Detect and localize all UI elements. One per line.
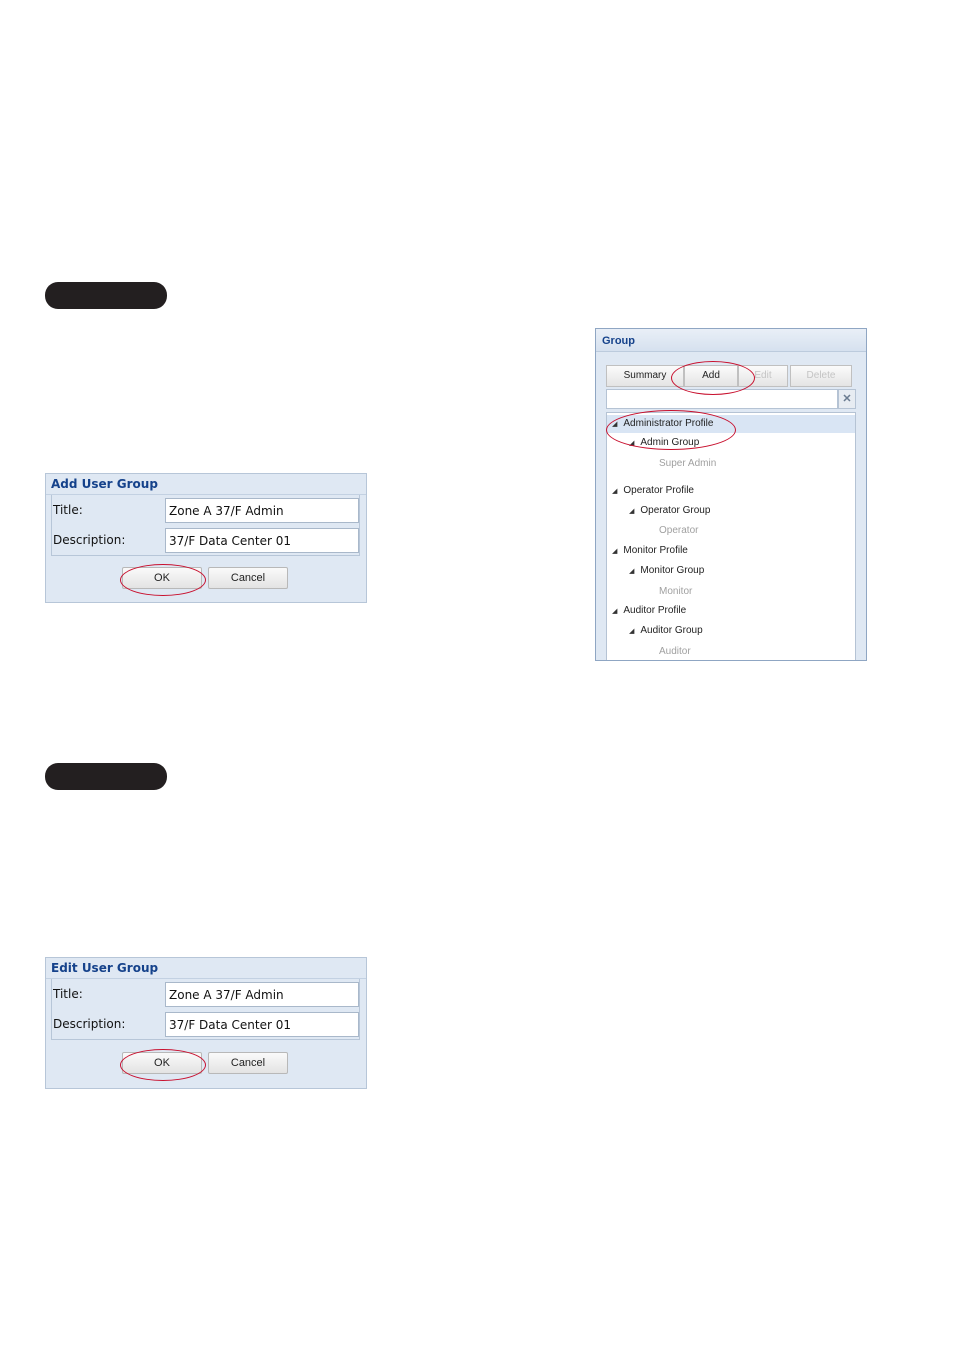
title-label: Title: xyxy=(53,987,83,1001)
expand-triangle-icon[interactable]: ◢ xyxy=(612,488,617,495)
tree-item-super-admin[interactable]: Super Admin xyxy=(659,455,716,473)
expand-triangle-icon[interactable]: ◢ xyxy=(612,608,617,615)
tree-item-administrator-profile[interactable]: ◢ Administrator Profile xyxy=(607,415,855,433)
add-user-group-dialog: Add User Group Title: Zone A 37/F Admin … xyxy=(45,473,367,603)
tree-item-admin-group[interactable]: ◢ Admin Group xyxy=(629,434,699,452)
dialog-title: Edit User Group xyxy=(46,958,366,979)
tree-item-label: Auditor Group xyxy=(640,625,703,636)
description-field[interactable]: 37/F Data Center 01 xyxy=(165,528,359,553)
dialog-title: Add User Group xyxy=(46,474,366,495)
expand-triangle-icon[interactable]: ◢ xyxy=(612,421,617,428)
tree-item-label: Auditor Profile xyxy=(623,605,687,616)
tree-item-label: Admin Group xyxy=(640,437,700,448)
cancel-button[interactable]: Cancel xyxy=(208,567,288,589)
edit-button[interactable]: Edit xyxy=(738,365,788,387)
tree-item-operator[interactable]: Operator xyxy=(659,522,698,540)
tree-item-label: Operator Profile xyxy=(623,485,694,496)
tree-item-operator-profile[interactable]: ◢ Operator Profile xyxy=(612,482,694,500)
ok-button[interactable]: OK xyxy=(122,1052,202,1074)
group-tree: ◢ Administrator Profile ◢ Admin Group Supe… xyxy=(606,412,856,660)
dialog-form: Title: Zone A 37/F Admin Description: 37… xyxy=(51,979,360,1040)
tree-item-operator-group[interactable]: ◢ Operator Group xyxy=(629,502,710,520)
tree-item-monitor-profile[interactable]: ◢ Monitor Profile xyxy=(612,542,688,560)
dialog-form: Title: Zone A 37/F Admin Description: 37… xyxy=(51,495,360,556)
step-pill xyxy=(45,763,167,790)
panel-title: Group xyxy=(596,329,866,352)
expand-triangle-icon[interactable]: ◢ xyxy=(629,568,634,575)
tree-item-label: Monitor Group xyxy=(640,565,705,576)
description-label: Description: xyxy=(53,533,126,547)
close-icon[interactable]: ✕ xyxy=(838,389,856,409)
step-pill xyxy=(45,282,167,309)
title-field[interactable]: Zone A 37/F Admin xyxy=(165,982,359,1007)
group-panel: Group Summary Add Edit Delete ✕ ◢ Adminis… xyxy=(595,328,867,661)
expand-triangle-icon[interactable]: ◢ xyxy=(629,440,634,447)
tree-item-auditor-profile[interactable]: ◢ Auditor Profile xyxy=(612,602,686,620)
description-field[interactable]: 37/F Data Center 01 xyxy=(165,1012,359,1037)
expand-triangle-icon[interactable]: ◢ xyxy=(629,628,634,635)
expand-triangle-icon[interactable]: ◢ xyxy=(629,508,634,515)
tree-item-monitor[interactable]: Monitor xyxy=(659,583,692,601)
tree-item-auditor[interactable]: Auditor xyxy=(659,643,691,660)
title-label: Title: xyxy=(53,503,83,517)
tree-item-label: Administrator Profile xyxy=(623,418,714,429)
tree-item-label: Operator Group xyxy=(640,505,711,516)
description-label: Description: xyxy=(53,1017,126,1031)
expand-triangle-icon[interactable]: ◢ xyxy=(612,548,617,555)
title-field[interactable]: Zone A 37/F Admin xyxy=(165,498,359,523)
summary-button[interactable]: Summary xyxy=(606,365,684,387)
add-button[interactable]: Add xyxy=(684,365,738,387)
edit-user-group-dialog: Edit User Group Title: Zone A 37/F Admin… xyxy=(45,957,367,1089)
tree-item-label: Monitor Profile xyxy=(623,545,688,556)
delete-button[interactable]: Delete xyxy=(790,365,852,387)
cancel-button[interactable]: Cancel xyxy=(208,1052,288,1074)
search-input[interactable] xyxy=(606,389,838,409)
ok-button[interactable]: OK xyxy=(122,567,202,589)
tree-item-monitor-group[interactable]: ◢ Monitor Group xyxy=(629,562,704,580)
tree-item-auditor-group[interactable]: ◢ Auditor Group xyxy=(629,622,703,640)
